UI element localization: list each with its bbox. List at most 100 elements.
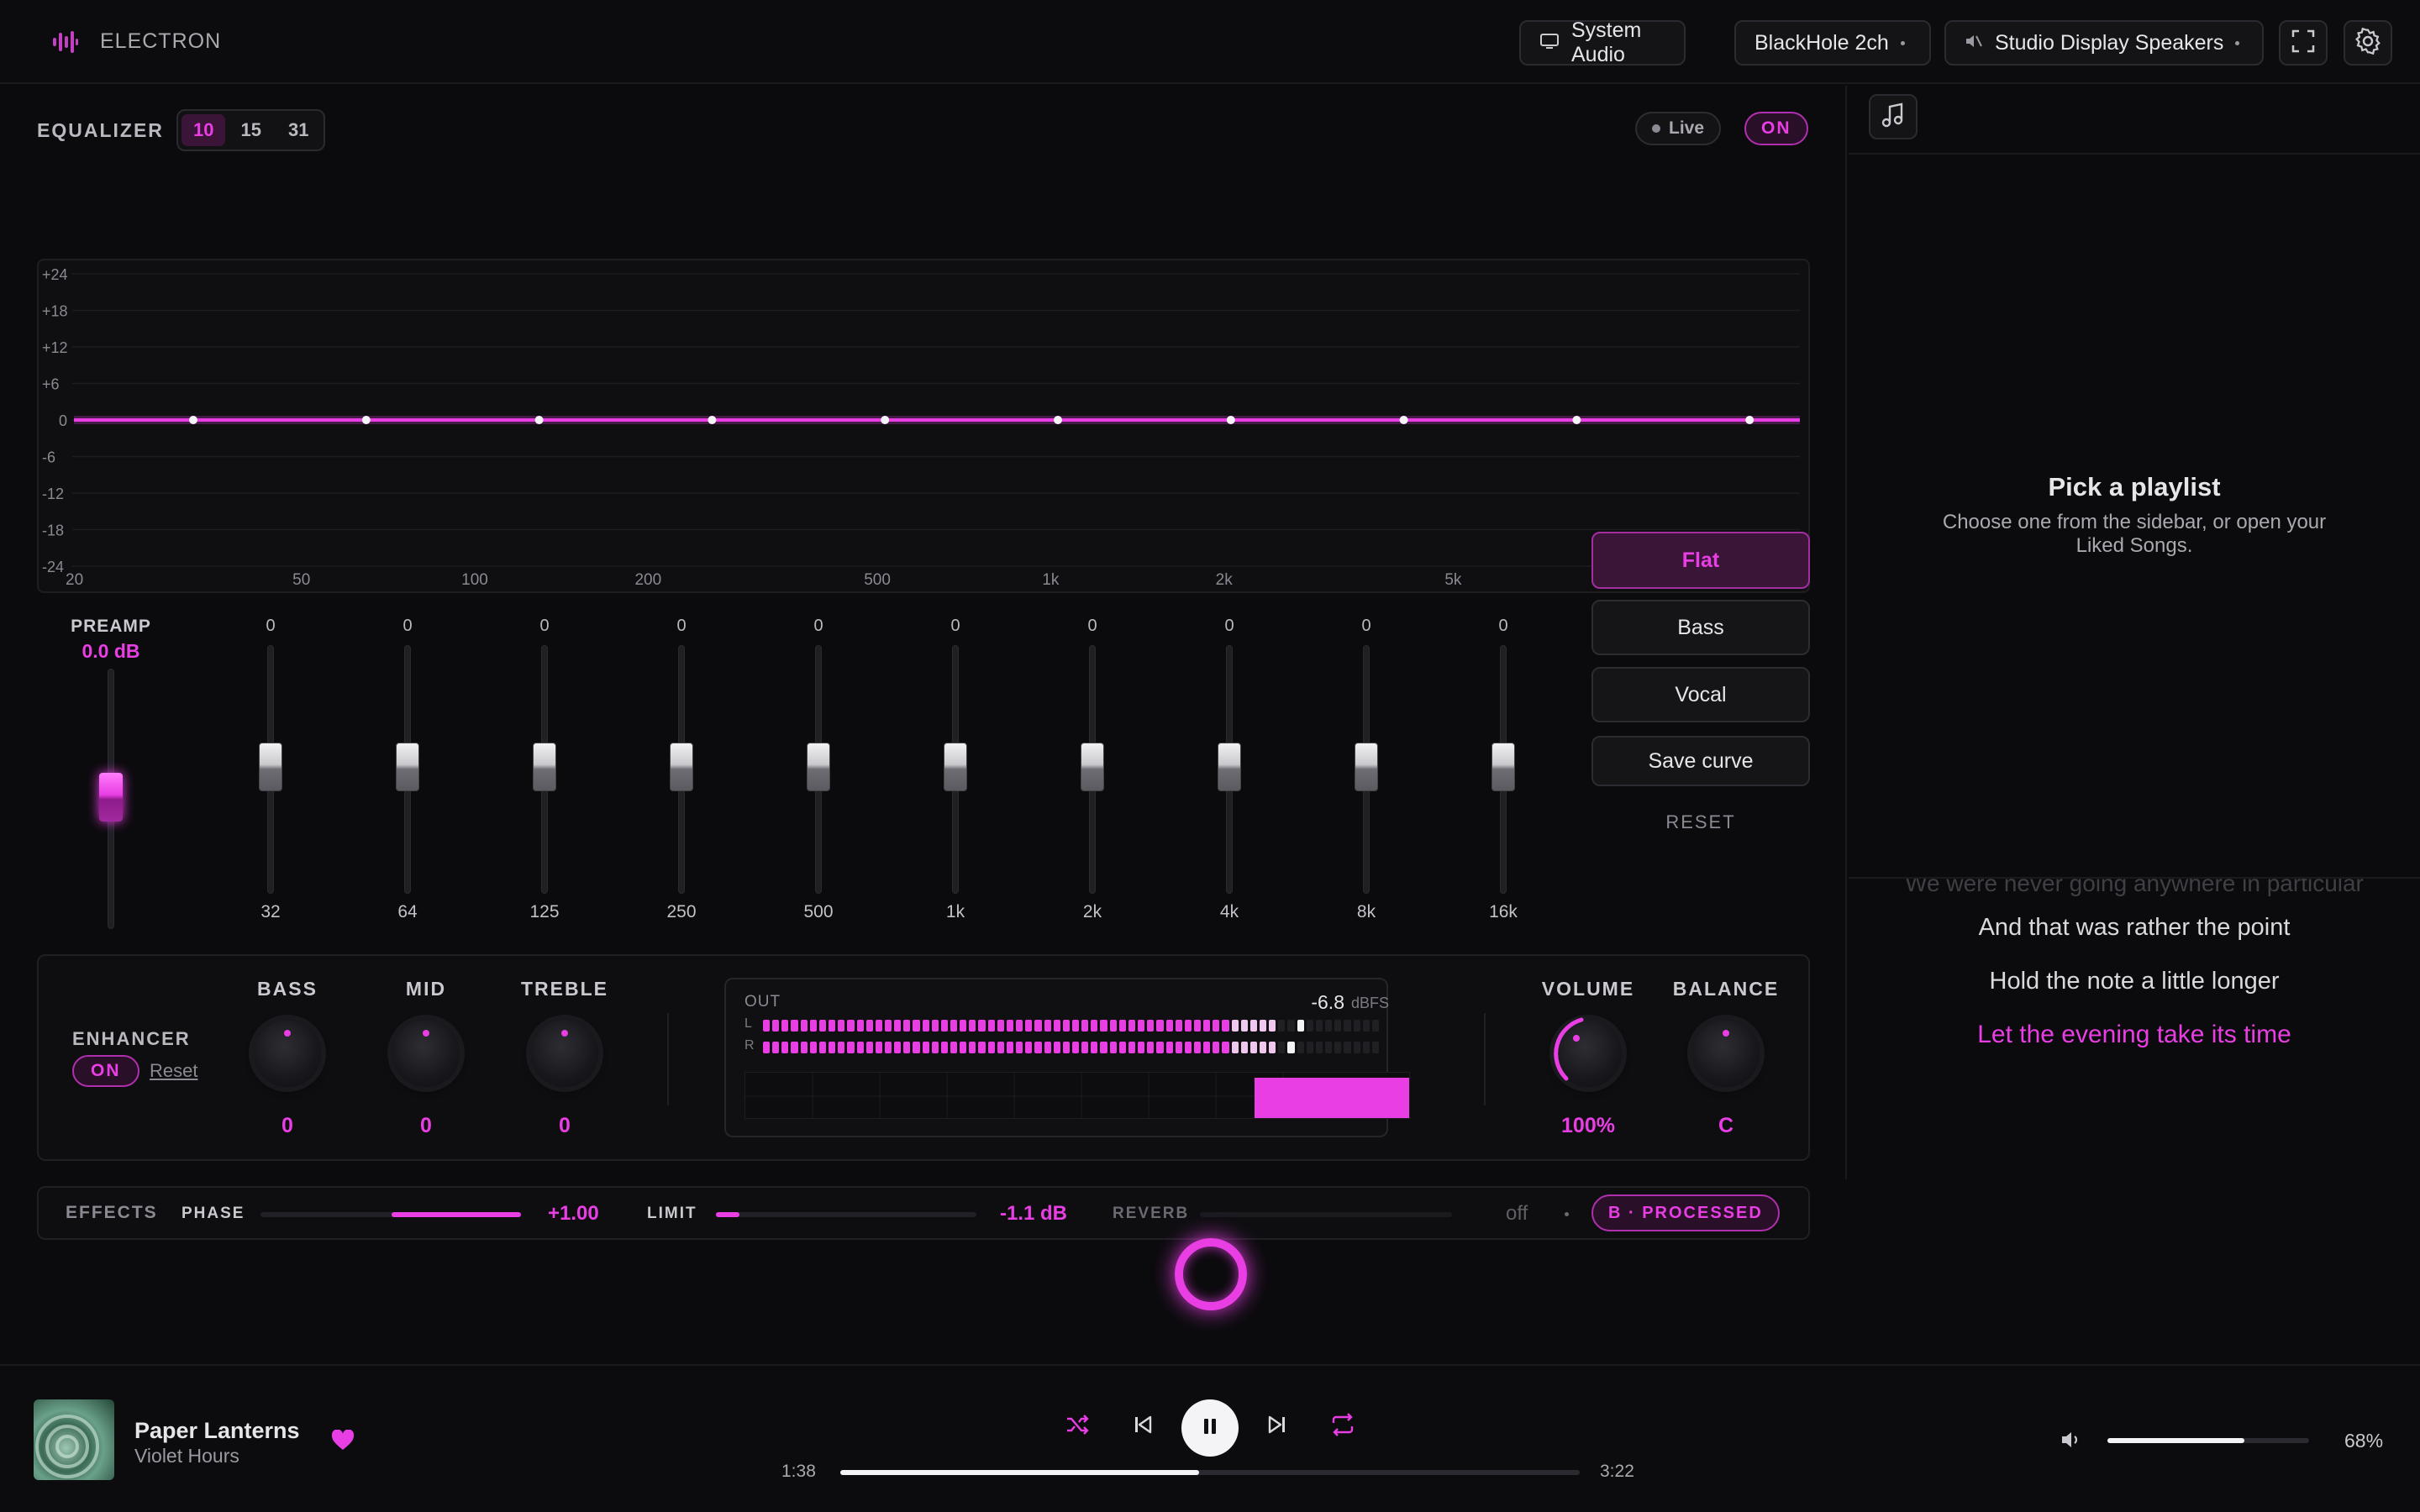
- eq-band-point[interactable]: [1054, 416, 1062, 424]
- band-mode-10[interactable]: 10: [182, 114, 226, 146]
- preset-flat-button[interactable]: Flat: [1591, 532, 1810, 589]
- settings-button[interactable]: [2344, 20, 2392, 66]
- monitor-icon: [1539, 31, 1560, 55]
- live-label: Live: [1669, 118, 1705, 138]
- enhancer-toggle[interactable]: ON: [72, 1055, 139, 1087]
- meter-segment: [1249, 1042, 1258, 1053]
- eq-band-point[interactable]: [1226, 416, 1235, 424]
- band-slider-thumb[interactable]: [944, 743, 967, 791]
- meter-db-value: -6.8: [1311, 991, 1344, 1013]
- meter-segment: [1371, 1020, 1379, 1032]
- eq-curve-graph[interactable]: +24 +18 +12 +6 0 -6 -12 -18 -24 20 50 100 200 500 1k 2k…: [37, 259, 1810, 593]
- phase-slider[interactable]: [260, 1212, 521, 1217]
- volume-knob-label: VOLUME: [1541, 978, 1635, 1000]
- lyrics-toggle-button[interactable]: [1869, 94, 1918, 139]
- preset-bass-button[interactable]: Bass: [1591, 600, 1810, 655]
- volume-slider[interactable]: [2107, 1438, 2309, 1443]
- track-title[interactable]: Paper Lanterns: [134, 1418, 300, 1444]
- previous-button[interactable]: [1126, 1410, 1160, 1443]
- band-slider-thumb[interactable]: [533, 743, 556, 791]
- band-gain-value: 0: [813, 617, 823, 635]
- balance-knob[interactable]: [1692, 1020, 1760, 1087]
- bass-knob[interactable]: [254, 1020, 321, 1087]
- input-device-dropdown[interactable]: BlackHole 2ch: [1734, 20, 1931, 66]
- bass-knob-value: 0: [281, 1114, 293, 1137]
- output-device-dropdown[interactable]: Studio Display Speakers: [1944, 20, 2264, 66]
- live-status-dot-icon: [1652, 124, 1660, 133]
- volume-knob[interactable]: [1554, 1017, 1622, 1087]
- repeat-button[interactable]: [1326, 1410, 1360, 1443]
- treble-knob[interactable]: [531, 1020, 598, 1087]
- band-mode-31[interactable]: 31: [276, 114, 320, 146]
- meter-segment: [940, 1020, 949, 1032]
- band-slider-thumb[interactable]: [670, 743, 693, 791]
- track-artist[interactable]: Violet Hours: [134, 1445, 239, 1467]
- band-slider-thumb[interactable]: [1218, 743, 1241, 791]
- preset-vocal-button[interactable]: Vocal: [1591, 667, 1810, 722]
- eq-band-point[interactable]: [361, 416, 371, 424]
- meter-segment: [1297, 1042, 1304, 1053]
- meter-segment: [903, 1020, 911, 1032]
- band-mode-15[interactable]: 15: [229, 114, 272, 146]
- shuffle-button[interactable]: [1060, 1410, 1094, 1443]
- preamp-value: 0.0 dB: [82, 640, 140, 662]
- eq-band-point[interactable]: [1745, 416, 1754, 424]
- next-button[interactable]: [1260, 1410, 1294, 1443]
- volume-icon[interactable]: [2060, 1430, 2082, 1454]
- eq-band-slider-8k: 0 8k: [1316, 617, 1417, 927]
- fullscreen-button[interactable]: [2279, 20, 2328, 66]
- y-tick-label: +24: [42, 266, 68, 283]
- play-pause-button[interactable]: [1181, 1399, 1239, 1457]
- enhancer-reset-link[interactable]: Reset: [150, 1060, 197, 1082]
- eq-band-point[interactable]: [534, 416, 544, 424]
- like-heart-icon[interactable]: [331, 1429, 355, 1456]
- preamp-thumb[interactable]: [99, 773, 123, 822]
- eq-reset-button[interactable]: RESET: [1591, 811, 1810, 833]
- save-curve-button[interactable]: Save curve: [1591, 736, 1810, 786]
- band-freq-label: 16k: [1489, 902, 1518, 921]
- meter-segment: [847, 1020, 855, 1032]
- seek-bar[interactable]: [840, 1470, 1580, 1475]
- band-gain-value: 0: [1224, 617, 1234, 635]
- band-slider-thumb[interactable]: [807, 743, 830, 791]
- eq-band-point[interactable]: [708, 416, 717, 424]
- equalizer-title: EQUALIZER: [37, 119, 164, 141]
- eq-curve-svg: +24 +18 +12 +6 0 -6 -12 -18 -2420 50 100 200 500 1k 2k…: [42, 266, 1808, 589]
- live-toggle[interactable]: Live: [1635, 112, 1722, 145]
- band-gain-value: 0: [266, 617, 276, 635]
- eq-band-point[interactable]: [189, 416, 197, 424]
- band-slider-thumb[interactable]: [1355, 743, 1378, 791]
- divider: [1484, 1013, 1486, 1105]
- ab-compare-toggle[interactable]: B · PROCESSED: [1591, 1194, 1780, 1231]
- meter-segment: [763, 1020, 771, 1032]
- audio-source-button[interactable]: System Audio: [1519, 18, 1686, 66]
- band-gain-value: 0: [402, 617, 413, 635]
- meter-segment: [847, 1042, 855, 1053]
- mid-knob[interactable]: [392, 1020, 460, 1087]
- meter-segment: [1100, 1020, 1107, 1032]
- treble-knob-value: 0: [559, 1114, 571, 1137]
- meter-segment: [1325, 1020, 1333, 1032]
- album-art[interactable]: [34, 1399, 114, 1480]
- reverb-slider[interactable]: [1200, 1212, 1452, 1217]
- meter-segment: [997, 1042, 1004, 1053]
- band-slider-thumb[interactable]: [1081, 743, 1104, 791]
- band-slider-thumb[interactable]: [396, 743, 419, 791]
- lyric-line: Hold the note a little longer: [1989, 968, 2280, 995]
- limit-slider[interactable]: [716, 1212, 976, 1217]
- eq-power-toggle[interactable]: ON: [1744, 112, 1808, 145]
- meter-segment: [1147, 1020, 1155, 1032]
- meter-segment: [922, 1020, 929, 1032]
- seek-bar-fill: [840, 1470, 1199, 1475]
- meter-segment: [1062, 1020, 1070, 1032]
- meter-segment: [1362, 1042, 1370, 1053]
- eq-band-slider-2k: 0 2k: [1042, 617, 1143, 927]
- meter-segment: [1016, 1042, 1023, 1053]
- band-freq-label: 64: [397, 902, 418, 921]
- eq-band-point[interactable]: [1399, 416, 1408, 424]
- top-bar: ELECTRON System Audio BlackHole 2ch Stud…: [0, 0, 2420, 84]
- eq-band-point[interactable]: [881, 416, 890, 424]
- band-slider-thumb[interactable]: [1491, 743, 1515, 791]
- eq-band-point[interactable]: [1572, 416, 1581, 424]
- band-slider-thumb[interactable]: [259, 743, 282, 791]
